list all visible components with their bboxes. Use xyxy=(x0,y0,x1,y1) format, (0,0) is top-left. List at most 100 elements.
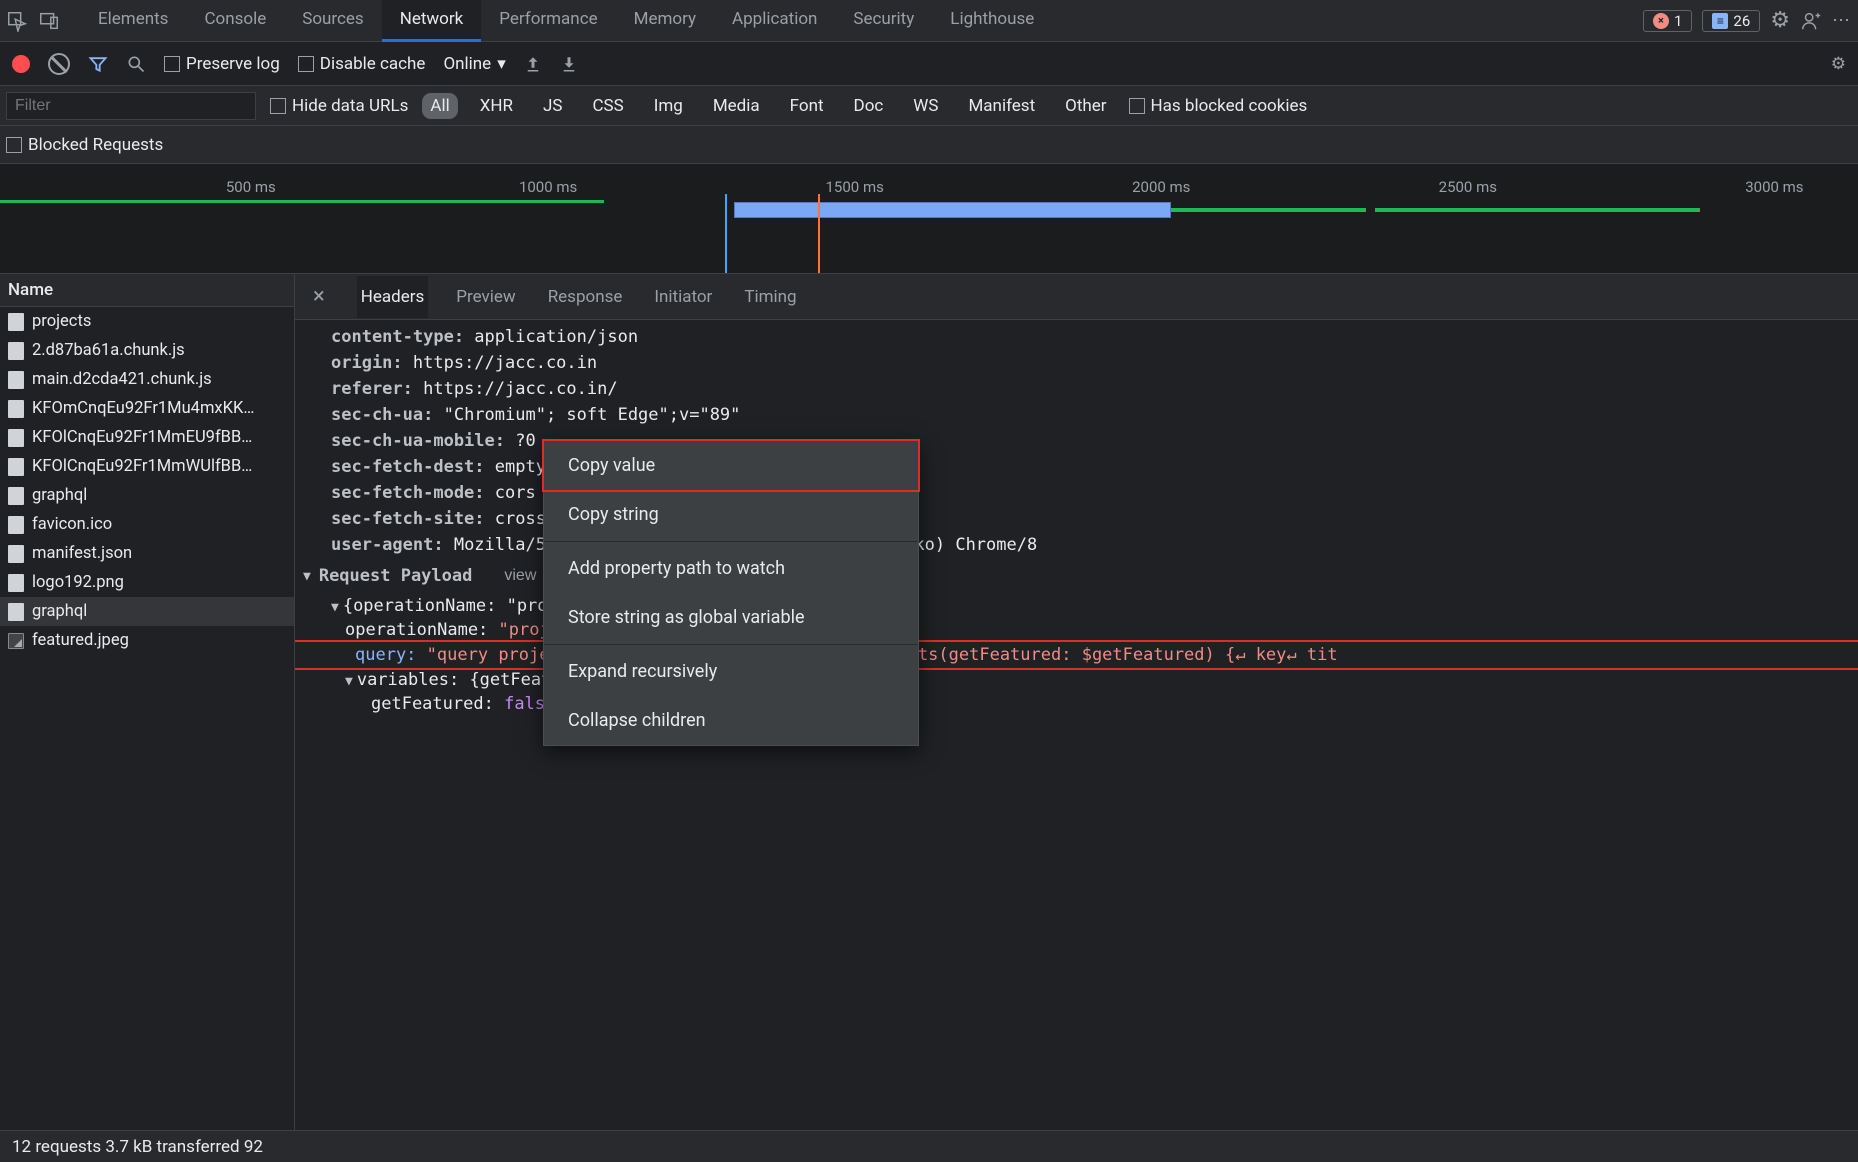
type-other[interactable]: Other xyxy=(1057,93,1114,119)
ctx-add-path-watch[interactable]: Add property path to watch xyxy=(544,544,918,593)
payload-getfeatured[interactable]: getFeatured: false xyxy=(295,692,1858,716)
payload-root[interactable]: ▼{operationName: "proj ,…} xyxy=(295,594,1858,618)
request-row[interactable]: 2.d87ba61a.chunk.js xyxy=(0,336,294,365)
throttling-select[interactable]: Online ▾ xyxy=(443,54,505,74)
payload-variables[interactable]: ▼variables: {getFeatured: false} xyxy=(295,668,1858,692)
payload-operation-name[interactable]: operationName: "proj xyxy=(295,618,1858,642)
header-line[interactable]: user-agent: Mozilla/5.0 pleWebKit/537.36… xyxy=(295,532,1858,558)
request-row[interactable]: logo192.png xyxy=(0,568,294,597)
message-badge[interactable]: ≡26 xyxy=(1702,10,1760,32)
header-line[interactable]: sec-fetch-mode: cors xyxy=(295,480,1858,506)
type-xhr[interactable]: XHR xyxy=(472,93,521,119)
file-icon xyxy=(8,313,24,331)
has-blocked-cookies-label: Has blocked cookies xyxy=(1151,96,1308,116)
header-line[interactable]: sec-fetch-dest: empty xyxy=(295,454,1858,480)
ctx-collapse-children[interactable]: Collapse children xyxy=(544,696,918,745)
headers-body: content-type: application/jsonorigin: ht… xyxy=(295,320,1858,1130)
type-all[interactable]: All xyxy=(422,93,457,119)
tick-1000: 1000 ms xyxy=(519,178,577,196)
download-icon[interactable] xyxy=(560,55,578,73)
dtab-preview[interactable]: Preview xyxy=(452,276,519,318)
disable-cache-checkbox[interactable]: Disable cache xyxy=(298,54,426,74)
dtab-response[interactable]: Response xyxy=(544,276,627,318)
header-line[interactable]: sec-ch-ua-mobile: ?0 xyxy=(295,428,1858,454)
device-toggle-icon[interactable] xyxy=(38,10,60,32)
error-badge[interactable]: ×1 xyxy=(1643,10,1692,32)
tab-lighthouse[interactable]: Lighthouse xyxy=(932,0,1052,42)
tab-elements[interactable]: Elements xyxy=(80,0,186,42)
disable-cache-label: Disable cache xyxy=(320,54,426,74)
ctx-copy-value[interactable]: Copy value xyxy=(544,441,918,490)
request-row[interactable]: projects xyxy=(0,307,294,336)
request-row[interactable]: featured.jpeg xyxy=(0,626,294,655)
blocked-requests-checkbox[interactable]: Blocked Requests xyxy=(6,135,163,155)
request-row[interactable]: main.d2cda421.chunk.js xyxy=(0,365,294,394)
close-detail-button[interactable]: × xyxy=(305,284,333,309)
clear-button[interactable] xyxy=(48,53,70,75)
main-split: Name projects2.d87ba61a.chunk.jsmain.d2c… xyxy=(0,274,1858,1130)
header-line[interactable]: referer: https://jacc.co.in/ xyxy=(295,376,1858,402)
waterfall-overview[interactable]: 500 ms 1000 ms 1500 ms 2000 ms 2500 ms 3… xyxy=(0,164,1858,274)
request-row[interactable]: KFOmCnqEu92Fr1Mu4mxKK… xyxy=(0,394,294,423)
ctx-expand-recursively[interactable]: Expand recursively xyxy=(544,647,918,696)
type-js[interactable]: JS xyxy=(535,93,570,119)
request-row[interactable]: KFOlCnqEu92Fr1MmWUlfBB… xyxy=(0,452,294,481)
ctx-copy-string[interactable]: Copy string xyxy=(544,490,918,539)
tab-network[interactable]: Network xyxy=(382,0,482,42)
more-icon[interactable]: ⋯ xyxy=(1832,10,1852,31)
type-css[interactable]: CSS xyxy=(584,93,631,119)
search-icon[interactable] xyxy=(126,54,146,74)
dtab-initiator[interactable]: Initiator xyxy=(650,276,716,318)
hide-data-urls-checkbox[interactable]: Hide data URLs xyxy=(270,96,408,116)
header-key: sec-ch-ua: xyxy=(331,405,433,425)
view-source-link[interactable]: view xyxy=(504,567,536,585)
has-blocked-cookies-checkbox[interactable]: Has blocked cookies xyxy=(1129,96,1308,116)
upload-icon[interactable] xyxy=(524,55,542,73)
tab-sources[interactable]: Sources xyxy=(284,0,381,42)
type-img[interactable]: Img xyxy=(646,93,691,119)
tab-security[interactable]: Security xyxy=(835,0,932,42)
type-media[interactable]: Media xyxy=(705,93,768,119)
request-list: Name projects2.d87ba61a.chunk.jsmain.d2c… xyxy=(0,274,295,1130)
tab-console[interactable]: Console xyxy=(186,0,284,42)
record-button[interactable] xyxy=(12,55,30,73)
request-row[interactable]: favicon.ico xyxy=(0,510,294,539)
request-row[interactable]: manifest.json xyxy=(0,539,294,568)
dtab-timing[interactable]: Timing xyxy=(740,276,800,318)
header-line[interactable]: sec-fetch-site: cross-si xyxy=(295,506,1858,532)
dtab-headers[interactable]: Headers xyxy=(357,276,429,318)
payload-query-row[interactable]: query: "query projects($getFeatured: Boo… xyxy=(295,642,1858,668)
network-settings-icon[interactable]: ⚙ xyxy=(1831,54,1846,74)
type-doc[interactable]: Doc xyxy=(846,93,892,119)
type-manifest[interactable]: Manifest xyxy=(960,93,1043,119)
file-icon xyxy=(8,545,24,563)
tab-memory[interactable]: Memory xyxy=(616,0,714,42)
header-key: content-type: xyxy=(331,327,464,347)
ctx-store-global[interactable]: Store string as global variable xyxy=(544,593,918,642)
request-row[interactable]: KFOlCnqEu92Fr1MmEU9fBB… xyxy=(0,423,294,452)
message-count: 26 xyxy=(1733,12,1750,30)
request-payload-section[interactable]: ▼ Request Payload view xyxy=(295,558,1858,594)
status-bar: 12 requests 3.7 kB transferred 92 xyxy=(0,1130,1858,1162)
gear-icon[interactable]: ⚙ xyxy=(1770,8,1790,33)
request-row[interactable]: graphql xyxy=(0,597,294,626)
network-toolbar: Preserve log Disable cache Online ▾ ⚙ xyxy=(0,42,1858,86)
request-name: manifest.json xyxy=(32,544,132,563)
preserve-log-checkbox[interactable]: Preserve log xyxy=(164,54,280,74)
type-font[interactable]: Font xyxy=(782,93,832,119)
type-ws[interactable]: WS xyxy=(905,93,946,119)
profile-icon[interactable] xyxy=(1800,10,1822,32)
filter-toggle-icon[interactable] xyxy=(88,54,108,74)
request-row[interactable]: graphql xyxy=(0,481,294,510)
request-list-header: Name xyxy=(0,274,294,307)
header-key: user-agent: xyxy=(331,535,444,555)
header-line[interactable]: sec-ch-ua: "Chromium"; soft Edge";v="89" xyxy=(295,402,1858,428)
header-line[interactable]: origin: https://jacc.co.in xyxy=(295,350,1858,376)
header-value: https://jacc.co.in/ xyxy=(413,379,618,399)
header-line[interactable]: content-type: application/json xyxy=(295,324,1858,350)
filter-input[interactable] xyxy=(6,92,256,120)
tab-performance[interactable]: Performance xyxy=(481,0,615,42)
request-name: featured.jpeg xyxy=(32,631,129,650)
tab-application[interactable]: Application xyxy=(714,0,835,42)
inspect-icon[interactable] xyxy=(6,10,28,32)
